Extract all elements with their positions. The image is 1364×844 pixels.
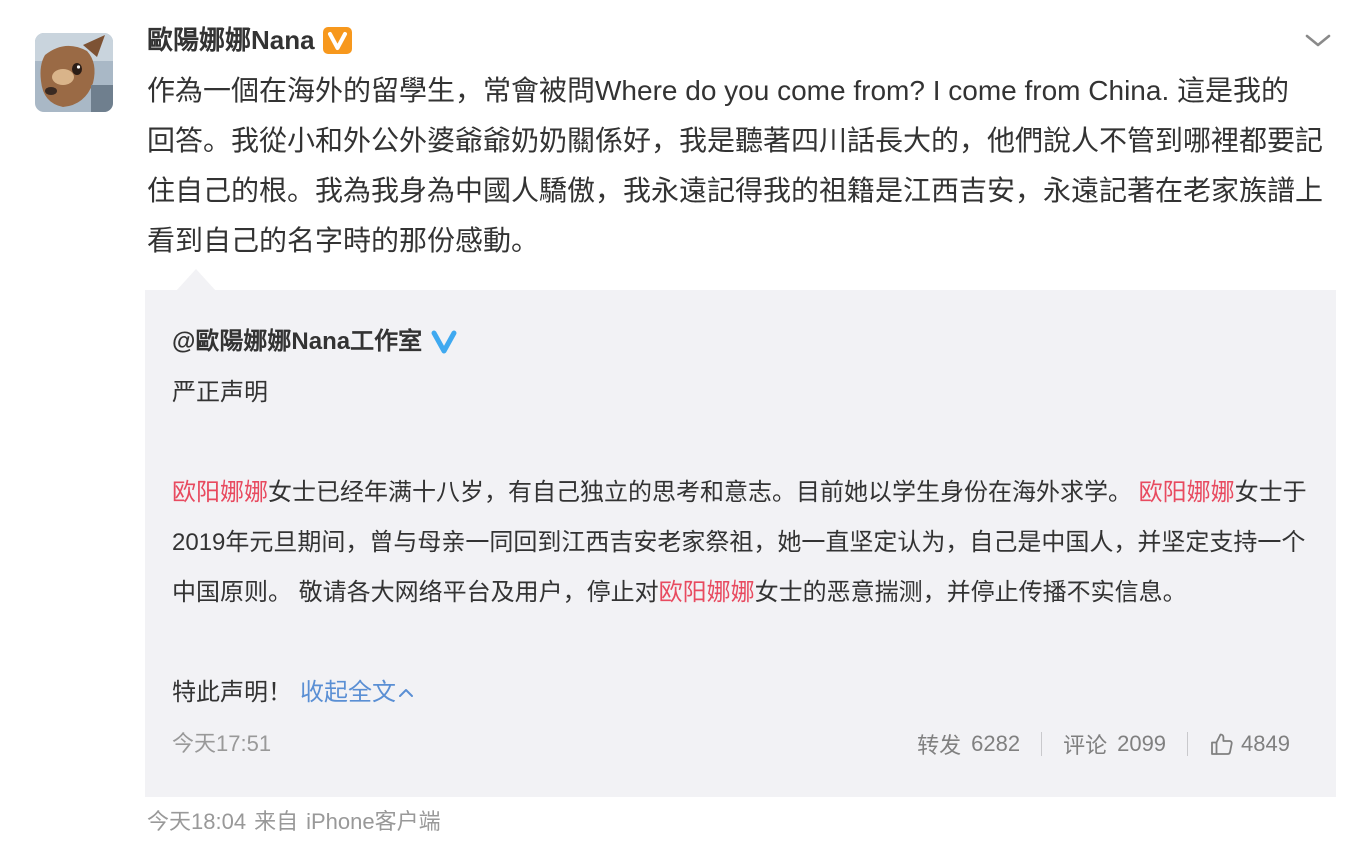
post-text-line: 住自己的根。我為我身為中國人驕傲，我永遠記得我的祖籍是江西吉安，永遠記著在老家族…	[147, 175, 1324, 206]
divider	[1041, 732, 1043, 756]
repost-closing-line: 特此声明！ 收起全文	[172, 668, 1322, 718]
repost-count: 6282	[971, 731, 1021, 756]
comment-label: 评论	[1063, 733, 1108, 758]
repost-timestamp[interactable]: 今天17:51	[172, 730, 271, 758]
author-row: 歐陽娜娜Nana	[147, 24, 352, 56]
repost-notch	[176, 269, 216, 291]
thumbs-up-icon	[1211, 733, 1233, 755]
divider	[1187, 732, 1189, 756]
post-footer: 今天18:04 来自 iPhone客户端	[147, 808, 441, 836]
client-source-link[interactable]: iPhone客户端	[306, 808, 441, 836]
repost-button[interactable]: 转发 6282	[917, 728, 1020, 760]
collapse-label: 收起全文	[300, 679, 396, 706]
collapse-full-text-link[interactable]: 收起全文	[300, 668, 414, 718]
repost-body-line: 2019年元旦期间，曾与母亲一同回到江西吉安老家祭祖，她一直坚定认为，自己是中国…	[172, 518, 1322, 568]
author-name[interactable]: 歐陽娜娜Nana	[147, 24, 315, 56]
post-text-line: 回答。我從小和外公外婆爺爺奶奶關係好，我是聽著四川話長大的，他們說人不管到哪裡都…	[147, 125, 1324, 156]
avatar[interactable]	[35, 33, 113, 112]
like-button[interactable]: 4849	[1209, 731, 1290, 757]
repost-card: @歐陽娜娜Nana工作室 严正声明 欧阳娜娜女士已经年满十八岁，有自己独立的思考…	[145, 290, 1336, 797]
closing-text: 特此声明！	[172, 679, 292, 706]
repost-body: 严正声明 欧阳娜娜女士已经年满十八岁，有自己独立的思考和意志。目前她以学生身份在…	[172, 368, 1322, 718]
comment-count: 2099	[1117, 731, 1167, 756]
body-segment: 欧阳娜娜	[1138, 479, 1235, 506]
body-segment: 女士的恶意揣测，并停止传播不实信息。	[754, 579, 1187, 606]
like-count: 4849	[1241, 731, 1290, 756]
verified-orange-v-icon	[322, 26, 352, 54]
body-segment: 中国原则。 敬请各大网络平台及用户，停止对	[172, 579, 659, 606]
body-segment: 欧阳娜娜	[658, 579, 755, 606]
avatar-image	[35, 33, 113, 112]
repost-body-line: 中国原则。 敬请各大网络平台及用户，停止对欧阳娜娜女士的恶意揣测，并停止传播不实…	[172, 568, 1322, 618]
post-timestamp[interactable]: 今天18:04	[147, 808, 246, 836]
repost-author-row: @歐陽娜娜Nana工作室	[172, 326, 458, 358]
post-text-line: 作為一個在海外的留學生，常會被問Where do you come from? …	[147, 75, 1290, 106]
verified-blue-v-icon	[431, 330, 457, 354]
comment-button[interactable]: 评论 2099	[1063, 728, 1166, 760]
post-menu-button[interactable]	[1302, 28, 1334, 52]
repost-title: 严正声明	[172, 379, 268, 406]
body-segment: 2019年元旦期间，曾与母亲一同回到江西吉安老家祭祖，她一直坚定认为，自己是中国…	[172, 529, 1306, 556]
post-text-line: 看到自己的名字時的那份感動。	[147, 225, 540, 256]
repost-label: 转发	[917, 733, 962, 758]
body-segment: 女士于	[1234, 479, 1307, 506]
body-segment: 欧阳娜娜	[172, 479, 268, 506]
via-label: 来自	[254, 809, 299, 834]
repost-author-link[interactable]: @歐陽娜娜Nana工作室	[172, 326, 422, 358]
repost-body-line: 欧阳娜娜女士已经年满十八岁，有自己独立的思考和意志。目前她以学生身份在海外求学。…	[172, 468, 1322, 518]
chevron-down-icon	[1305, 34, 1331, 47]
chevron-up-icon	[399, 689, 413, 697]
body-segment: 女士已经年满十八岁，有自己独立的思考和意志。目前她以学生身份在海外求学。	[268, 479, 1139, 506]
repost-stats: 转发 6282 评论 2099 4849	[917, 728, 1290, 760]
post-text: 作為一個在海外的留學生，常會被問Where do you come from? …	[147, 66, 1342, 266]
